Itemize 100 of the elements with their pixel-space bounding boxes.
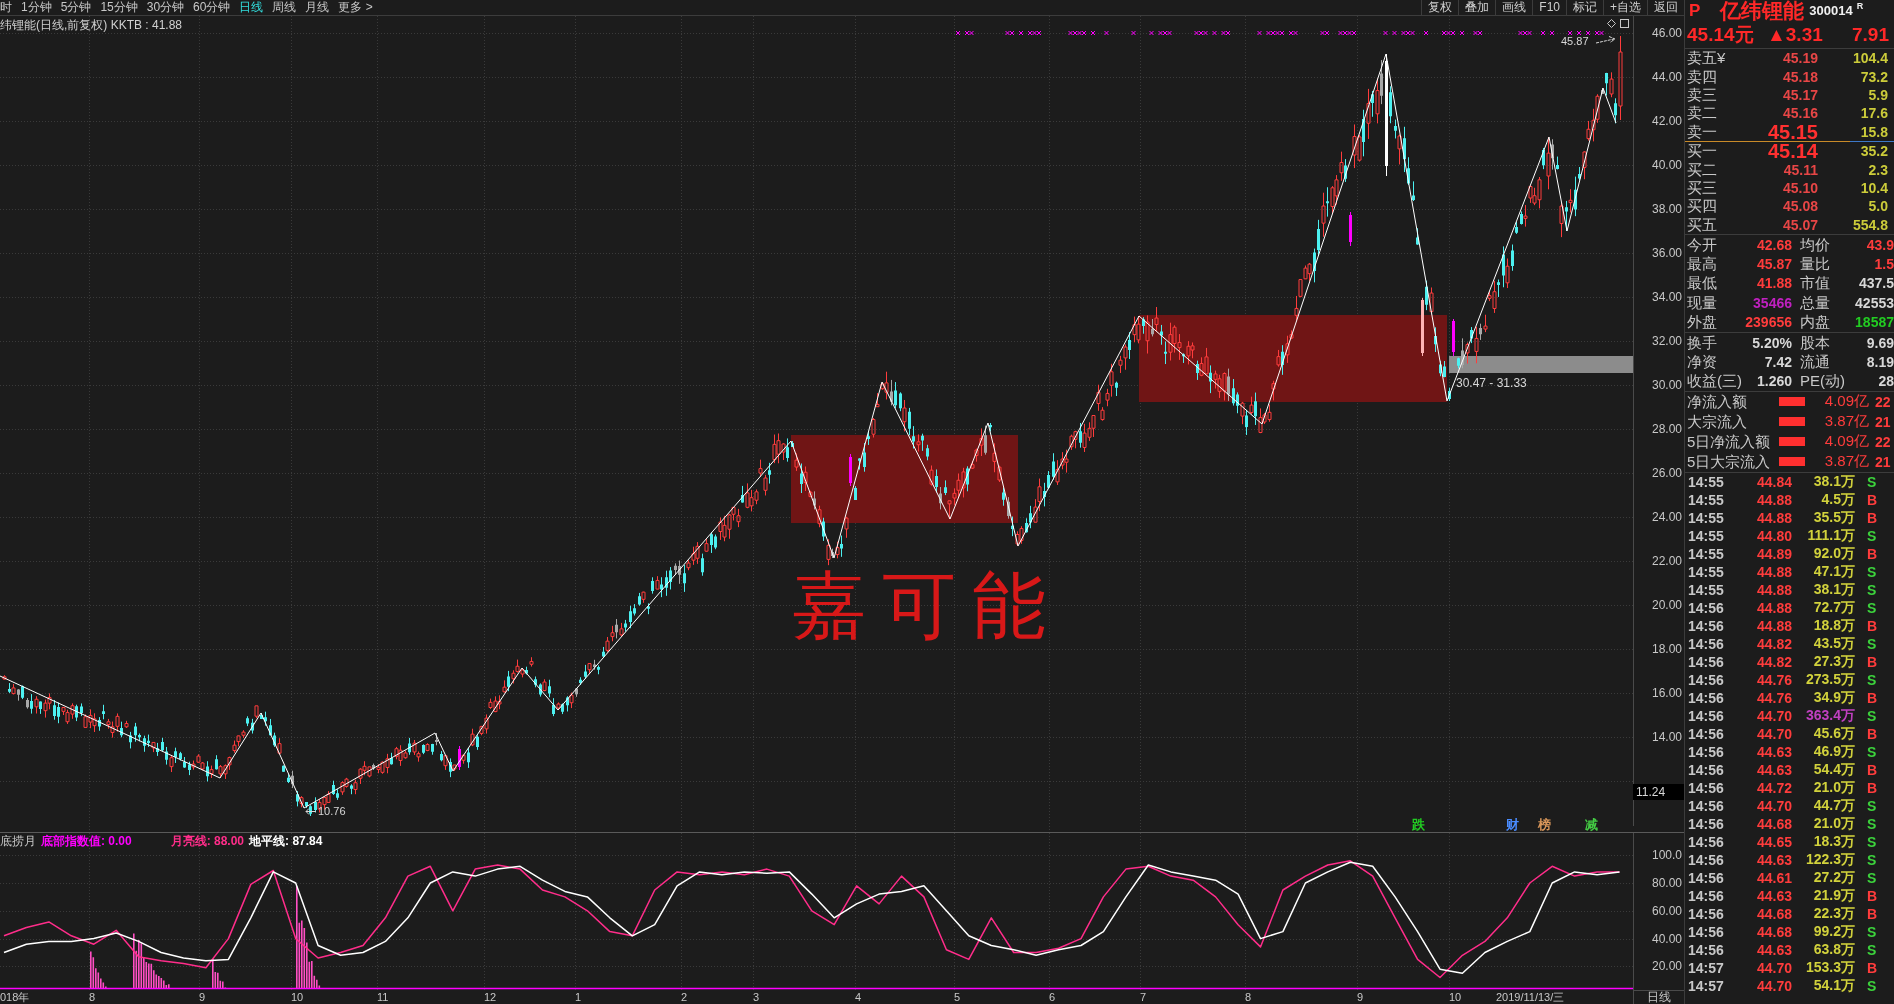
- indicator-legend: 底部指数值: 0.00: [41, 834, 132, 848]
- trade-price: 44.76: [1755, 689, 1792, 706]
- stat-value: 28: [1877, 372, 1894, 391]
- axis-label: 22.00: [1650, 554, 1683, 570]
- trade-time: 14:56: [1688, 743, 1725, 760]
- trade-side: S: [1866, 743, 1878, 760]
- trade-side: S: [1866, 941, 1878, 958]
- axis-label: 36.00: [1650, 246, 1683, 262]
- trade-side: B: [1866, 509, 1879, 526]
- order-label: 买四: [1687, 197, 1718, 216]
- date-label: 6: [1049, 990, 1056, 1004]
- order-volume: 5.9: [1867, 85, 1888, 104]
- trade-volume: 18.3万: [1812, 832, 1855, 851]
- axis-label: 24.00: [1650, 510, 1683, 526]
- trade-volume: 153.3万: [1804, 958, 1855, 977]
- trade-volume: 35.5万: [1812, 508, 1855, 527]
- order-label: 买五: [1687, 215, 1718, 234]
- trade-side: B: [1866, 725, 1879, 742]
- flow-bar-icon: [1779, 437, 1805, 447]
- flow-value: 22: [1874, 433, 1892, 450]
- trade-volume: 44.7万: [1812, 796, 1855, 815]
- trade-side: S: [1866, 527, 1878, 544]
- axis-label: 46.00: [1650, 26, 1683, 42]
- flow-value: 21: [1874, 453, 1892, 470]
- trade-side: B: [1866, 761, 1879, 778]
- stat-label: 市值: [1799, 274, 1831, 293]
- date-label: 018年: [0, 990, 30, 1004]
- stat-label: 总量: [1799, 293, 1831, 312]
- trade-volume: 21.9万: [1812, 886, 1855, 905]
- stat-value: 42553: [1854, 293, 1894, 312]
- trade-side: B: [1866, 905, 1879, 922]
- order-volume: 35.2: [1859, 142, 1888, 161]
- flow-value: 3.87亿: [1823, 452, 1869, 472]
- axis-label: 40.00: [1650, 158, 1683, 174]
- period-tab[interactable]: 时: [0, 0, 16, 15]
- stat-value: 41.88: [1755, 274, 1792, 293]
- trade-side: S: [1866, 671, 1878, 688]
- period-tab[interactable]: 月线: [301, 0, 334, 15]
- trade-time: 14:56: [1688, 851, 1725, 868]
- order-price: 45.11: [1782, 160, 1818, 179]
- trade-price: 44.70: [1755, 797, 1792, 814]
- trade-price: 44.68: [1755, 923, 1792, 940]
- trade-volume: 47.1万: [1812, 562, 1855, 581]
- stat-label: 净资: [1687, 352, 1718, 371]
- trade-time: 14:56: [1688, 833, 1725, 850]
- period-tab[interactable]: 30分钟: [142, 0, 189, 15]
- trade-volume: 4.5万: [1820, 490, 1855, 509]
- flow-bar-icon: [1779, 457, 1805, 467]
- stat-value: 18587: [1854, 313, 1894, 332]
- order-label: 买二: [1687, 160, 1718, 179]
- trade-side: B: [1866, 887, 1879, 904]
- period-tab[interactable]: 60分钟: [189, 0, 235, 15]
- stat-label: 股本: [1799, 333, 1831, 352]
- axis-label: 80.00: [1651, 876, 1682, 890]
- trade-volume: 54.4万: [1812, 760, 1855, 779]
- trade-time: 14:56: [1688, 707, 1725, 724]
- stat-value: 1.5: [1873, 255, 1894, 273]
- flow-value: 21: [1874, 413, 1892, 430]
- axis-label: 40.00: [1651, 931, 1682, 946]
- stat-label: 今开: [1687, 235, 1718, 254]
- stat-label: 外盘: [1687, 313, 1718, 332]
- trade-volume: 18.8万: [1812, 616, 1855, 635]
- stat-label: 均价: [1799, 235, 1831, 254]
- trade-time: 14:56: [1688, 887, 1725, 904]
- change-percent: 7.91: [1852, 23, 1889, 47]
- period-tab[interactable]: 更多 >: [334, 0, 377, 15]
- trade-price: 44.76: [1755, 671, 1792, 688]
- order-label: 卖五¥: [1687, 49, 1727, 68]
- period-tab[interactable]: 15分钟: [96, 0, 142, 15]
- order-label: 卖三: [1687, 85, 1718, 104]
- date-label: 2: [681, 990, 688, 1004]
- axis-label: 32.00: [1650, 334, 1683, 350]
- flow-value: 4.09亿: [1823, 392, 1869, 412]
- trade-volume: 27.2万: [1812, 868, 1855, 887]
- order-label: 买一: [1687, 142, 1718, 161]
- flow-value: 4.09亿: [1823, 432, 1869, 452]
- trade-time: 14:55: [1688, 473, 1725, 490]
- axis-label: 16.00: [1650, 686, 1683, 702]
- axis-label: 30.00: [1650, 378, 1683, 394]
- date-label: 10: [1449, 990, 1462, 1004]
- trade-side: B: [1866, 491, 1879, 508]
- date-label: 8: [89, 990, 96, 1004]
- trade-time: 14:56: [1688, 617, 1725, 634]
- stat-label: 现量: [1687, 293, 1718, 312]
- flow-label: 大宗流入: [1687, 412, 1748, 431]
- trade-side: S: [1866, 797, 1878, 814]
- date-label: 12: [484, 990, 497, 1004]
- period-tab[interactable]: 日线: [235, 0, 268, 15]
- trade-side: B: [1866, 653, 1879, 670]
- order-price: 45.07: [1781, 215, 1818, 234]
- period-tab[interactable]: 5分钟: [56, 0, 96, 15]
- trade-time: 14:56: [1688, 761, 1725, 778]
- trade-volume: 99.2万: [1812, 922, 1855, 941]
- trade-volume: 122.3万: [1804, 850, 1855, 869]
- period-tab[interactable]: 周线: [268, 0, 301, 15]
- period-tab[interactable]: 1分钟: [17, 0, 56, 15]
- trade-time: 14:56: [1688, 905, 1725, 922]
- trade-volume: 111.1万: [1806, 526, 1855, 545]
- order-price: 45.16: [1781, 104, 1818, 123]
- trade-price: 44.70: [1755, 707, 1792, 724]
